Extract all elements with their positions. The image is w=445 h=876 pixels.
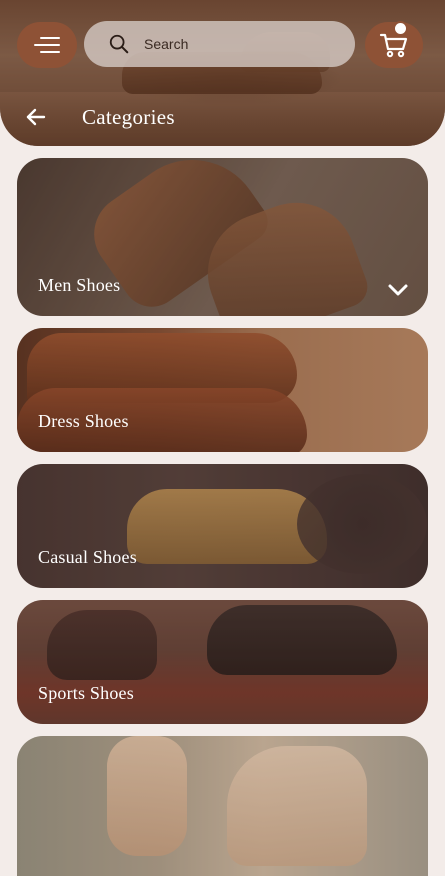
menu-button[interactable] [17,22,77,68]
back-arrow-icon[interactable] [24,105,48,129]
category-label: Casual Shoes [38,547,137,567]
cart-badge [395,23,406,34]
search-input[interactable]: Search [144,36,188,52]
category-card-heels[interactable] [17,736,428,876]
category-card-dress-shoes[interactable]: Dress Shoes [17,328,428,452]
card-overlay [17,328,428,452]
chevron-down-icon[interactable] [387,282,409,298]
category-label: Dress Shoes [38,411,129,431]
category-label: Sports Shoes [38,683,134,703]
card-overlay [17,464,428,588]
search-bar[interactable]: Search [84,21,355,67]
search-icon [109,34,129,54]
hamburger-icon [34,32,60,58]
category-label: Men Shoes [38,275,121,295]
title-row: Categories [0,100,445,134]
page-title: Categories [82,104,175,129]
cart-icon [379,33,408,58]
app-header: Search Categories [0,0,445,146]
card-overlay [17,600,428,724]
category-card-men-shoes[interactable]: Men Shoes [17,158,428,316]
category-card-sports-shoes[interactable]: Sports Shoes [17,600,428,724]
card-overlay [17,736,428,876]
category-card-casual-shoes[interactable]: Casual Shoes [17,464,428,588]
cart-button[interactable] [365,22,423,68]
